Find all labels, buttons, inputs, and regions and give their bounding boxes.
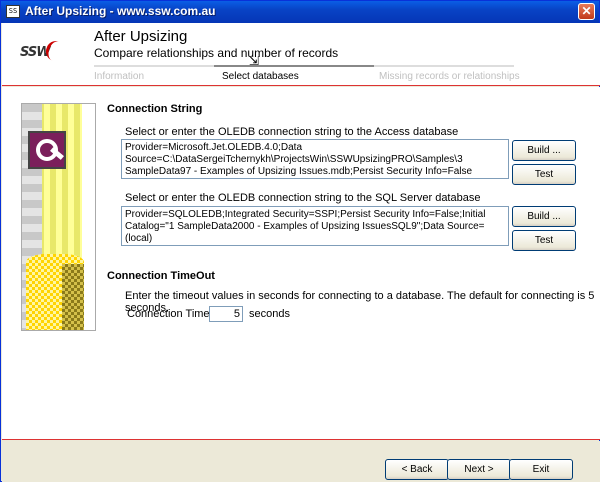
step-indicator: Information Select databases Missing rec… (94, 65, 524, 83)
sql-connection-label: Select or enter the OLEDB connection str… (125, 192, 481, 204)
footer-divider (2, 439, 600, 440)
cylinder-shadow (62, 264, 84, 330)
step-information: Information (94, 71, 145, 82)
next-label: Next > (464, 464, 494, 475)
page-subtitle: Compare relationships and number of reco… (94, 46, 339, 60)
access-build-button[interactable]: Build ... (512, 140, 576, 161)
back-button[interactable]: < Back (385, 459, 449, 480)
app-icon: SS (6, 5, 20, 18)
header-divider (2, 85, 600, 86)
sql-test-button[interactable]: Test (512, 230, 576, 251)
wizard-window: SS After Upsizing - www.ssw.com.au ✕ SSW… (0, 0, 600, 482)
exit-button[interactable]: Exit (509, 459, 573, 480)
next-button[interactable]: Next > (447, 459, 511, 480)
main-content: Connection String Select or enter the OL… (2, 87, 600, 439)
access-build-label: Build ... (527, 145, 561, 156)
access-connection-input[interactable]: Provider=Microsoft.Jet.OLEDB.4.0;Data So… (121, 139, 509, 179)
access-test-label: Test (534, 169, 554, 180)
side-illustration (21, 103, 96, 331)
access-key-icon (28, 131, 66, 169)
wizard-footer: < Back Next > Exit (2, 441, 600, 482)
sql-test-label: Test (534, 235, 554, 246)
sql-build-button[interactable]: Build ... (512, 206, 576, 227)
sql-connection-input[interactable]: Provider=SQLOLEDB;Integrated Security=SS… (121, 206, 509, 246)
wizard-header: SSW After Upsizing Compare relationships… (2, 23, 600, 85)
step-progress-active (214, 65, 374, 67)
exit-label: Exit (532, 464, 550, 475)
page-title: After Upsizing (94, 28, 188, 45)
access-test-button[interactable]: Test (512, 164, 576, 185)
timeout-heading: Connection TimeOut (107, 270, 215, 282)
connection-string-heading: Connection String (107, 103, 203, 115)
back-label: < Back (401, 464, 433, 475)
step-missing-records: Missing records or relationships (379, 71, 520, 82)
sql-build-label: Build ... (527, 211, 561, 222)
window-title: After Upsizing - www.ssw.com.au (25, 4, 216, 18)
title-bar: SS After Upsizing - www.ssw.com.au ✕ (1, 1, 599, 23)
step-select-databases: Select databases (222, 71, 299, 82)
access-connection-label: Select or enter the OLEDB connection str… (125, 126, 459, 138)
timeout-unit-label: seconds (249, 308, 290, 320)
timeout-input[interactable]: 5 (209, 306, 243, 322)
ssw-logo: SSW (20, 38, 68, 64)
close-button[interactable]: ✕ (578, 3, 595, 20)
